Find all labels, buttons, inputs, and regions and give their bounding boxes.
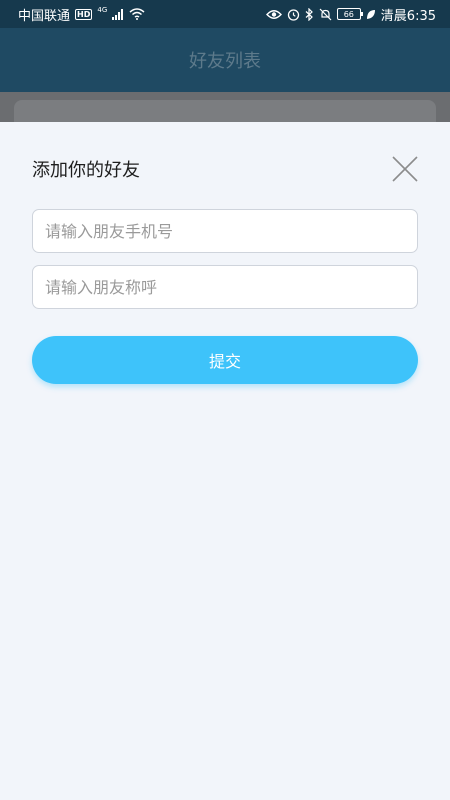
network-type: 4G: [97, 6, 108, 14]
alarm-icon: [287, 8, 300, 21]
submit-button[interactable]: 提交: [32, 336, 418, 384]
eye-icon: [265, 9, 282, 20]
battery-level: 66: [343, 9, 354, 19]
close-icon: [392, 156, 418, 182]
status-left: 中国联通 HD 4G: [18, 5, 145, 24]
carrier-label: 中国联通: [18, 8, 71, 24]
app-header: 好友列表: [0, 28, 450, 92]
add-friend-sheet: 添加你的好友 提交: [0, 122, 450, 800]
friend-name-input[interactable]: [32, 265, 418, 309]
status-bar: 中国联通 HD 4G 66 清晨6:35: [0, 0, 450, 28]
status-right: 66 清晨6:35: [265, 5, 436, 24]
signal-icon: [112, 8, 124, 20]
dialog-title: 添加你的好友: [32, 160, 140, 181]
mute-icon: [319, 8, 332, 21]
hd-badge: HD: [75, 8, 93, 20]
page-title: 好友列表: [189, 51, 261, 72]
leaf-icon: [366, 9, 376, 20]
bluetooth-icon: [305, 7, 314, 21]
wifi-icon: [129, 8, 145, 20]
clock-time: 清晨6:35: [380, 8, 436, 24]
close-button[interactable]: [390, 154, 420, 184]
friend-phone-input[interactable]: [32, 209, 418, 253]
screen: 中国联通 HD 4G 66 清晨6:35 好友列表 添加你的好友 请输入朋友手机…: [0, 0, 450, 800]
battery-icon: 66: [336, 8, 363, 20]
